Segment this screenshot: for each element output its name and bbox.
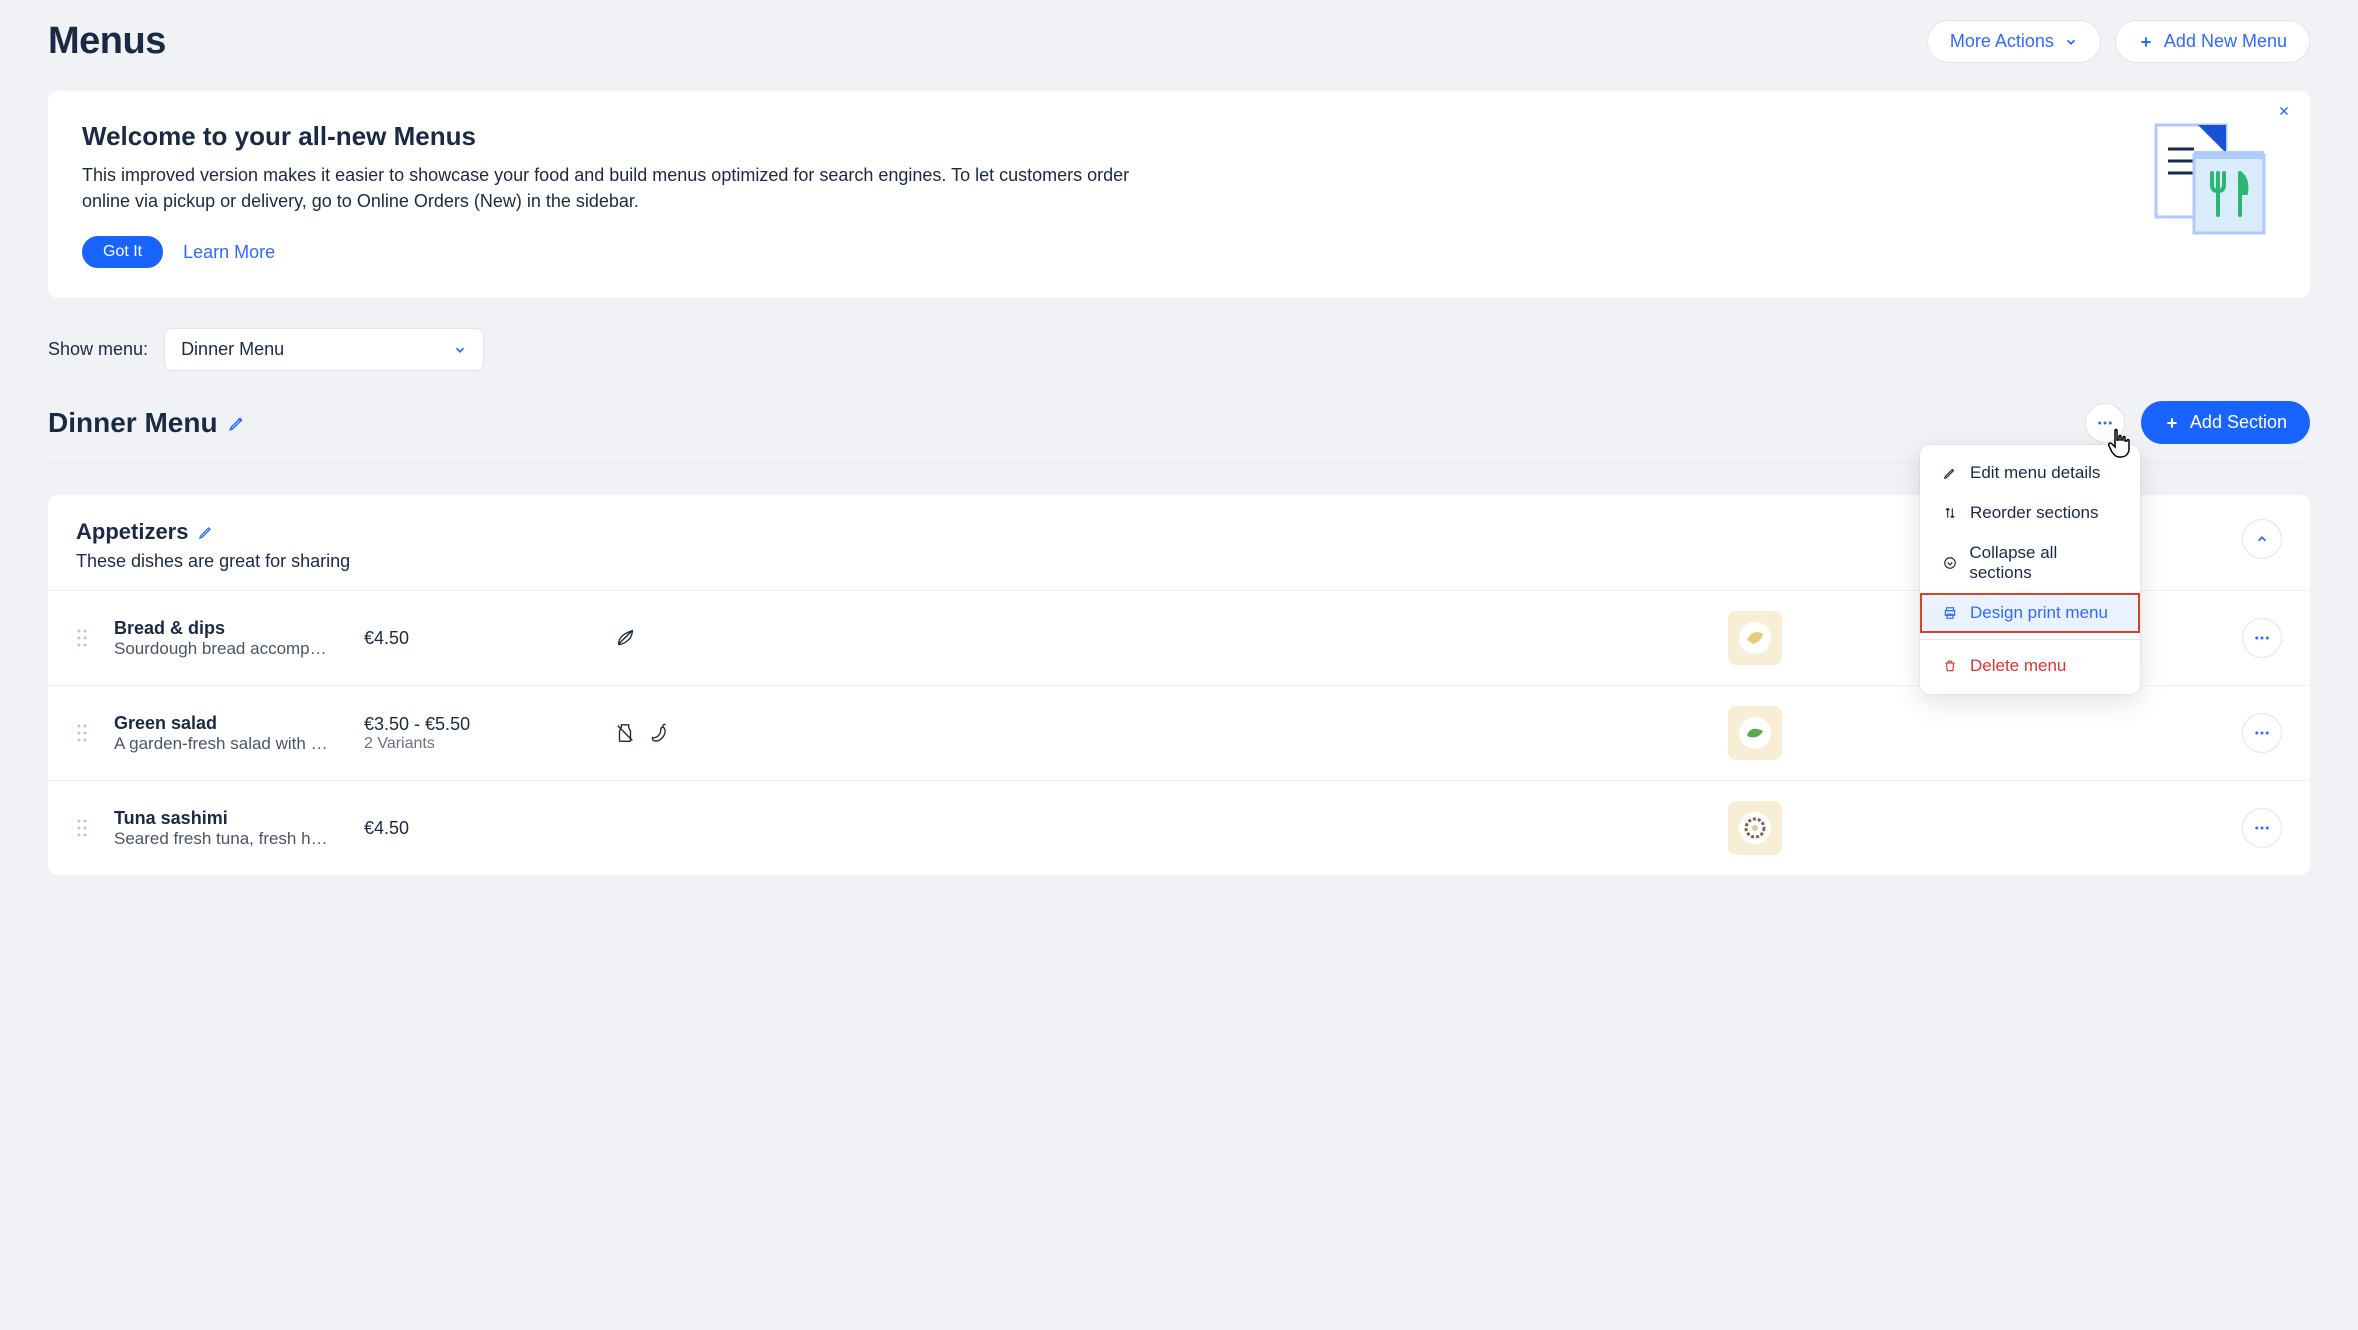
header-actions: More Actions Add New Menu [1927,20,2310,63]
section-title: Appetizers [76,519,188,545]
menu-actions-dropdown: Edit menu details Reorder sections Colla… [1920,445,2140,694]
menu-title: Dinner Menu [48,407,218,439]
plus-icon [2138,34,2154,50]
dropdown-item-label: Reorder sections [1970,503,2099,523]
collapse-section-button[interactable] [2242,519,2282,559]
section-desc: These dishes are great for sharing [76,551,350,572]
more-actions-label: More Actions [1950,31,2054,52]
item-desc: A garden-fresh salad with se… [114,734,334,754]
item-desc: Seared fresh tuna, fresh her… [114,829,334,849]
item-more-button[interactable] [2242,618,2282,658]
item-name: Green salad [114,713,344,734]
item-name: Bread & dips [114,618,344,639]
close-icon[interactable] [2278,105,2290,117]
show-menu-row: Show menu: Dinner Menu [48,328,2310,371]
plus-icon [2164,415,2180,431]
print-icon [1942,606,1958,620]
dropdown-collapse-all[interactable]: Collapse all sections [1920,533,2140,593]
banner-title: Welcome to your all-new Menus [82,121,2110,152]
menu-select[interactable]: Dinner Menu [164,328,484,371]
pencil-icon[interactable] [228,414,246,432]
item-desc: Sourdough bread accompa… [114,639,334,659]
pencil-icon[interactable] [198,524,214,540]
dropdown-item-label: Design print menu [1970,603,2108,623]
leaf-icon [614,627,636,649]
add-new-menu-button[interactable]: Add New Menu [2115,20,2310,63]
item-thumbnail [1728,611,1782,665]
item-icons [614,627,844,649]
trash-icon [1942,659,1958,673]
dropdown-reorder-sections[interactable]: Reorder sections [1920,493,2140,533]
chevron-down-icon [2064,35,2078,49]
add-section-label: Add Section [2190,412,2287,433]
add-section-button[interactable]: Add Section [2141,401,2310,444]
dropdown-divider [1920,639,2140,640]
pencil-icon [1942,466,1958,480]
menu-illustration [2150,119,2270,239]
dropdown-item-label: Edit menu details [1970,463,2100,483]
item-price: €4.50 [364,628,594,649]
more-actions-button[interactable]: More Actions [1927,20,2101,63]
menu-more-button[interactable] [2085,403,2125,443]
dropdown-delete-menu[interactable]: Delete menu [1920,646,2140,686]
add-menu-label: Add New Menu [2164,31,2287,52]
item-price: €3.50 - €5.50 [364,714,594,735]
chili-icon [648,722,670,744]
welcome-banner: Welcome to your all-new Menus This impro… [48,91,2310,298]
show-menu-label: Show menu: [48,339,148,360]
drag-handle-icon[interactable] [76,628,94,648]
page-header: Menus More Actions Add New Menu [48,20,2310,63]
drag-handle-icon[interactable] [76,818,94,838]
dropdown-edit-details[interactable]: Edit menu details [1920,453,2140,493]
dropdown-design-print[interactable]: Design print menu [1920,593,2140,633]
reorder-icon [1942,506,1958,520]
menu-select-value: Dinner Menu [181,339,284,360]
item-thumbnail [1728,801,1782,855]
item-price: €4.50 [364,818,594,839]
menu-title-actions: Add Section [2085,401,2310,444]
dairy-free-icon [614,722,636,744]
collapse-icon [1942,556,1957,570]
item-more-button[interactable] [2242,713,2282,753]
dropdown-item-label: Collapse all sections [1969,543,2118,583]
dropdown-item-label: Delete menu [1970,656,2066,676]
item-icons [614,722,844,744]
drag-handle-icon[interactable] [76,723,94,743]
item-variants: 2 Variants [364,735,594,753]
chevron-down-icon [453,343,467,357]
banner-actions: Got It Learn More [82,236,2110,268]
menu-item-row: Green salad A garden-fresh salad with se… [48,685,2310,780]
menu-title-row: Dinner Menu Add Section [48,401,2310,463]
menu-item-row: Tuna sashimi Seared fresh tuna, fresh he… [48,780,2310,875]
learn-more-link[interactable]: Learn More [183,242,275,263]
got-it-button[interactable]: Got It [82,236,163,268]
item-more-button[interactable] [2242,808,2282,848]
menu-title-left: Dinner Menu [48,407,246,439]
item-name: Tuna sashimi [114,808,344,829]
page-title: Menus [48,20,166,63]
banner-body: This improved version makes it easier to… [82,162,1182,214]
item-thumbnail [1728,706,1782,760]
